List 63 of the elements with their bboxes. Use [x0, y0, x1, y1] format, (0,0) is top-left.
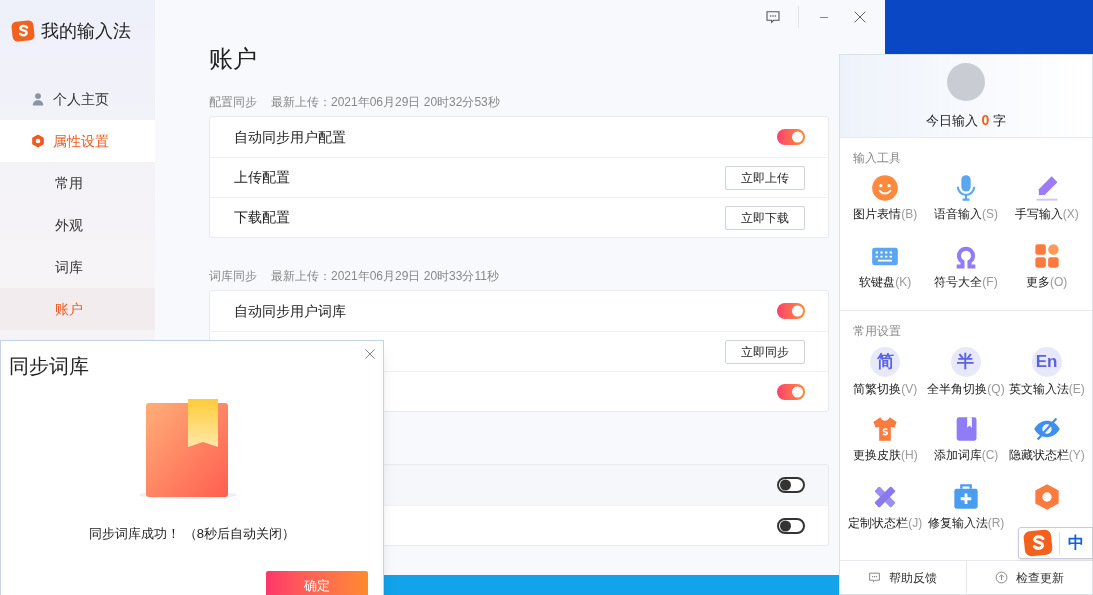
- hidden-eye-icon: [1032, 415, 1061, 443]
- toggle-switch[interactable]: [777, 383, 805, 400]
- dialog-title: 同步词库: [9, 354, 89, 379]
- section-title: 配置同步: [209, 94, 257, 111]
- upload-time: 最新上传：2021年06月29日 20时32分53秒: [271, 94, 500, 111]
- tool-item[interactable]: 隐藏状态栏(Y): [1006, 413, 1087, 477]
- toggle-switch[interactable]: [777, 517, 805, 534]
- up-arrow-circle-icon: [994, 571, 1008, 584]
- group-title: 输入工具: [852, 150, 902, 167]
- action-button[interactable]: 立即下载: [725, 205, 805, 230]
- tool-item[interactable]: [1032, 483, 1061, 511]
- sidebar-subitem[interactable]: 词库: [0, 246, 155, 288]
- tool-item[interactable]: 图片表情(B): [845, 172, 926, 236]
- tiles-icon: [1032, 242, 1061, 270]
- tool-item[interactable]: 手写输入(X): [1006, 172, 1087, 236]
- smiley-icon: [871, 174, 900, 202]
- chat-icon: [765, 9, 781, 25]
- hexagon-icon: [31, 134, 45, 148]
- setting-label: 下载配置: [234, 208, 290, 227]
- tool-item[interactable]: 符号大全(F): [925, 240, 1007, 304]
- action-button[interactable]: 立即同步: [725, 339, 805, 364]
- sidebar-subitem[interactable]: 外观: [0, 204, 155, 246]
- page-title: 账户: [209, 45, 257, 72]
- person-icon: [31, 92, 45, 106]
- tool-item[interactable]: 软键盘(K): [845, 240, 926, 304]
- tool-item[interactable]: 语音输入(S): [925, 172, 1007, 236]
- close-button[interactable]: [363, 347, 377, 361]
- text-icon: 半: [951, 347, 981, 377]
- tool-item[interactable]: 添加词库(C): [925, 413, 1007, 477]
- action-button[interactable]: 立即上传: [725, 165, 805, 190]
- close-icon: [852, 9, 868, 25]
- group-title: 常用设置: [852, 323, 902, 340]
- sidebar-subitem[interactable]: 常用: [0, 162, 155, 204]
- upload-time: 最新上传：2021年06月29日 20时33分11秒: [271, 268, 499, 285]
- toggle-switch[interactable]: [777, 477, 805, 493]
- today-input-count: 今日输入 0 字: [925, 111, 1006, 130]
- section-title: 词库同步: [209, 268, 257, 285]
- sogou-logo-icon: [11, 19, 35, 43]
- tool-item[interactable]: En 英文输入法(E): [1006, 345, 1087, 409]
- feedback-button[interactable]: 帮助反馈: [840, 561, 966, 594]
- check-update-button[interactable]: 检查更新: [965, 561, 1092, 594]
- setting-label: 上传配置: [234, 168, 290, 187]
- tool-item[interactable]: 定制状态栏(J): [845, 481, 926, 545]
- close-icon: [363, 347, 377, 361]
- tool-item[interactable]: 半 全半角切换(Q): [925, 345, 1007, 409]
- app-title: 我的输入法: [41, 19, 131, 43]
- tool-item[interactable]: 更多(O): [1006, 240, 1087, 304]
- setting-label: 自动同步用户词库: [234, 301, 346, 321]
- medical-kit-icon: [952, 483, 980, 511]
- text-icon: En: [1031, 347, 1062, 377]
- input-mode-toggle[interactable]: 中: [1068, 531, 1084, 555]
- hexagon-icon: [1032, 483, 1061, 511]
- setting-label: 自动同步用户配置: [234, 127, 346, 147]
- text-icon: 简: [870, 347, 901, 377]
- chat-icon: [868, 571, 882, 584]
- tool-item[interactable]: 更换皮肤(H): [845, 413, 926, 477]
- dialog-message: 同步词库成功！ （8秒后自动关闭）: [88, 525, 296, 543]
- sidebar-item[interactable]: 个人主页: [0, 78, 155, 120]
- tool-item[interactable]: 修复输入法(R): [925, 481, 1007, 545]
- toggle-switch[interactable]: [777, 129, 805, 145]
- tool-item[interactable]: 简 简繁切换(V): [845, 345, 926, 409]
- toggle-switch[interactable]: [777, 303, 805, 319]
- sidebar-item[interactable]: 属性设置: [0, 120, 155, 162]
